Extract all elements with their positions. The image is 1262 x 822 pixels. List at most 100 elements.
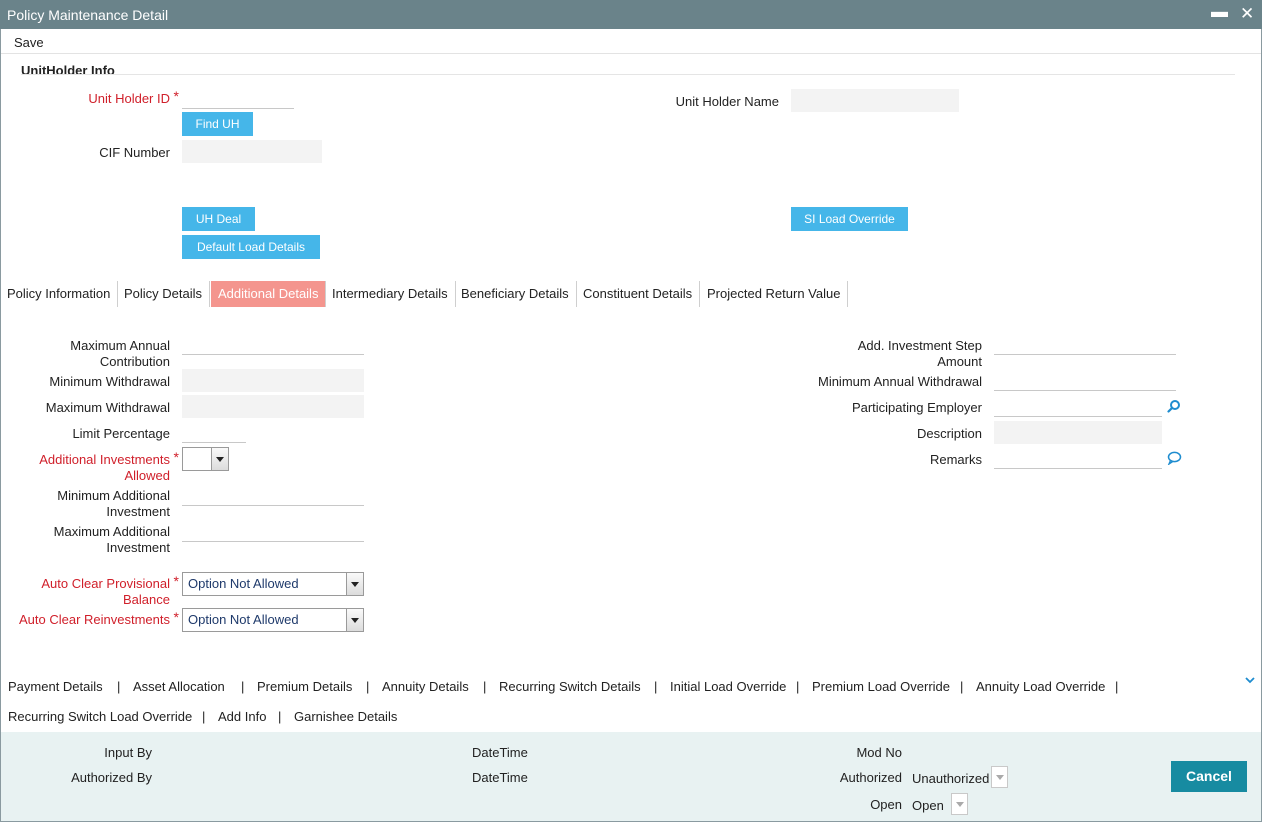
auto-clear-reinvestments-label: Auto Clear Reinvestments * <box>18 609 179 627</box>
input-by-label: Input By <box>104 745 152 760</box>
authorized-label: Authorized <box>839 770 902 785</box>
close-icon[interactable]: ✕ <box>1240 4 1254 24</box>
max-annual-contribution-label: Maximum Annual Contribution <box>70 338 170 369</box>
min-withdrawal-label: Minimum Withdrawal <box>49 374 170 389</box>
min-additional-investment-label: Minimum Additional Investment <box>57 488 170 519</box>
tab-beneficiary-details[interactable]: Beneficiary Details <box>454 281 577 307</box>
link-payment-details[interactable]: Payment Details <box>8 679 103 694</box>
tab-intermediary-details[interactable]: Intermediary Details <box>325 281 456 307</box>
tab-policy-information[interactable]: Policy Information <box>0 281 119 307</box>
section-title-unitholder-info: UnitHolder Info <box>21 63 115 78</box>
limit-percentage-input[interactable] <box>182 420 246 443</box>
unit-holder-name-field <box>791 89 959 112</box>
link-recurring-switch-details[interactable]: Recurring Switch Details <box>499 679 641 694</box>
link-separator: | <box>278 709 282 724</box>
link-separator: | <box>202 709 206 724</box>
required-icon: * <box>173 449 179 465</box>
participating-employer-input[interactable] <box>994 394 1162 417</box>
remarks-label: Remarks <box>929 452 982 467</box>
link-separator: | <box>1115 679 1119 694</box>
auto-clear-provisional-balance-select[interactable]: Option Not Allowed <box>182 572 364 596</box>
link-initial-load-override[interactable]: Initial Load Override <box>670 679 786 694</box>
min-annual-withdrawal-label: Minimum Annual Withdrawal <box>817 374 982 389</box>
unit-holder-id-label: Unit Holder ID * <box>88 88 179 106</box>
toolbar: Save <box>0 29 1262 54</box>
max-additional-investment-label: Maximum Additional Investment <box>53 524 170 555</box>
link-separator: | <box>796 679 800 694</box>
default-load-details-button[interactable]: Default Load Details <box>182 235 320 259</box>
open-value: Open <box>912 798 944 813</box>
required-icon: * <box>173 88 179 104</box>
audit-footer: Input By DateTime Mod No Authorized By D… <box>1 732 1261 821</box>
link-separator: | <box>241 679 245 694</box>
link-annuity-details[interactable]: Annuity Details <box>382 679 469 694</box>
auto-clear-reinvestments-select[interactable]: Option Not Allowed <box>182 608 364 632</box>
link-separator: | <box>366 679 370 694</box>
datetime-label: DateTime <box>472 745 528 760</box>
auto-clear-provisional-balance-label: Auto Clear Provisional * Balance <box>41 573 179 607</box>
link-separator: | <box>483 679 487 694</box>
open-dropdown[interactable] <box>951 793 968 815</box>
link-recurring-switch-load-override[interactable]: Recurring Switch Load Override <box>8 709 192 724</box>
unit-holder-name-label: Unit Holder Name <box>675 94 779 109</box>
link-annuity-load-override[interactable]: Annuity Load Override <box>976 679 1105 694</box>
datetime-label: DateTime <box>472 770 528 785</box>
required-icon: * <box>173 609 179 625</box>
title-bar: Policy Maintenance Detail ▬ ✕ <box>0 0 1262 29</box>
max-annual-contribution-input[interactable] <box>182 332 364 355</box>
limit-percentage-label: Limit Percentage <box>72 426 170 441</box>
authorized-dropdown[interactable] <box>991 766 1008 788</box>
cif-number-label: CIF Number <box>99 145 170 160</box>
unit-holder-id-input[interactable] <box>182 86 294 109</box>
link-asset-allocation[interactable]: Asset Allocation <box>133 679 225 694</box>
add-investment-step-amount-input[interactable] <box>994 332 1176 355</box>
tab-projected-return-value[interactable]: Projected Return Value <box>700 281 849 307</box>
uh-deal-button[interactable]: UH Deal <box>182 207 255 231</box>
search-icon[interactable] <box>1167 399 1181 413</box>
additional-investments-allowed-select[interactable] <box>182 447 229 471</box>
tab-constituent-details[interactable]: Constituent Details <box>576 281 701 307</box>
auto-clear-provisional-balance-value: Option Not Allowed <box>188 576 299 591</box>
sub-screen-links: Payment Details | Asset Allocation | Pre… <box>0 670 1262 732</box>
authorized-value: Unauthorized <box>912 771 990 786</box>
link-add-info[interactable]: Add Info <box>218 709 266 724</box>
link-garnishee-details[interactable]: Garnishee Details <box>294 709 397 724</box>
min-additional-investment-input[interactable] <box>182 483 364 506</box>
chevron-down-icon <box>211 448 228 470</box>
tab-policy-details[interactable]: Policy Details <box>117 281 211 307</box>
chevron-down-icon <box>346 573 363 595</box>
section-divider <box>21 74 1235 75</box>
link-separator: | <box>117 679 121 694</box>
tab-additional-details[interactable]: Additional Details <box>211 281 327 307</box>
cif-number-field <box>182 140 322 163</box>
window-title: Policy Maintenance Detail <box>7 7 169 23</box>
description-field <box>994 421 1162 444</box>
chevron-down-icon <box>346 609 363 631</box>
max-withdrawal-label: Maximum Withdrawal <box>45 400 170 415</box>
link-premium-load-override[interactable]: Premium Load Override <box>812 679 950 694</box>
mod-no-label: Mod No <box>856 745 902 760</box>
description-label: Description <box>916 426 982 441</box>
participating-employer-label: Participating Employer <box>851 400 982 415</box>
additional-investments-allowed-label: Additional Investments * Allowed <box>39 449 179 483</box>
si-load-override-button[interactable]: SI Load Override <box>791 207 908 231</box>
link-separator: | <box>960 679 964 694</box>
remarks-input[interactable] <box>994 446 1162 469</box>
open-label: Open <box>870 797 902 812</box>
save-button[interactable]: Save <box>14 35 44 50</box>
minimize-icon[interactable]: ▬ <box>1211 2 1228 22</box>
min-annual-withdrawal-input[interactable] <box>994 368 1176 391</box>
comment-icon[interactable] <box>1167 451 1182 465</box>
find-uh-button[interactable]: Find UH <box>182 112 253 136</box>
chevron-down-icon[interactable] <box>1244 675 1256 685</box>
add-investment-step-amount-label: Add. Investment Step Amount <box>857 338 982 369</box>
cancel-button[interactable]: Cancel <box>1171 761 1247 792</box>
required-icon: * <box>173 573 179 589</box>
max-withdrawal-field <box>182 395 364 418</box>
auto-clear-reinvestments-value: Option Not Allowed <box>188 612 299 627</box>
link-separator: | <box>654 679 658 694</box>
authorized-by-label: Authorized By <box>71 770 152 785</box>
link-premium-details[interactable]: Premium Details <box>257 679 352 694</box>
max-additional-investment-input[interactable] <box>182 519 364 542</box>
min-withdrawal-field <box>182 369 364 392</box>
